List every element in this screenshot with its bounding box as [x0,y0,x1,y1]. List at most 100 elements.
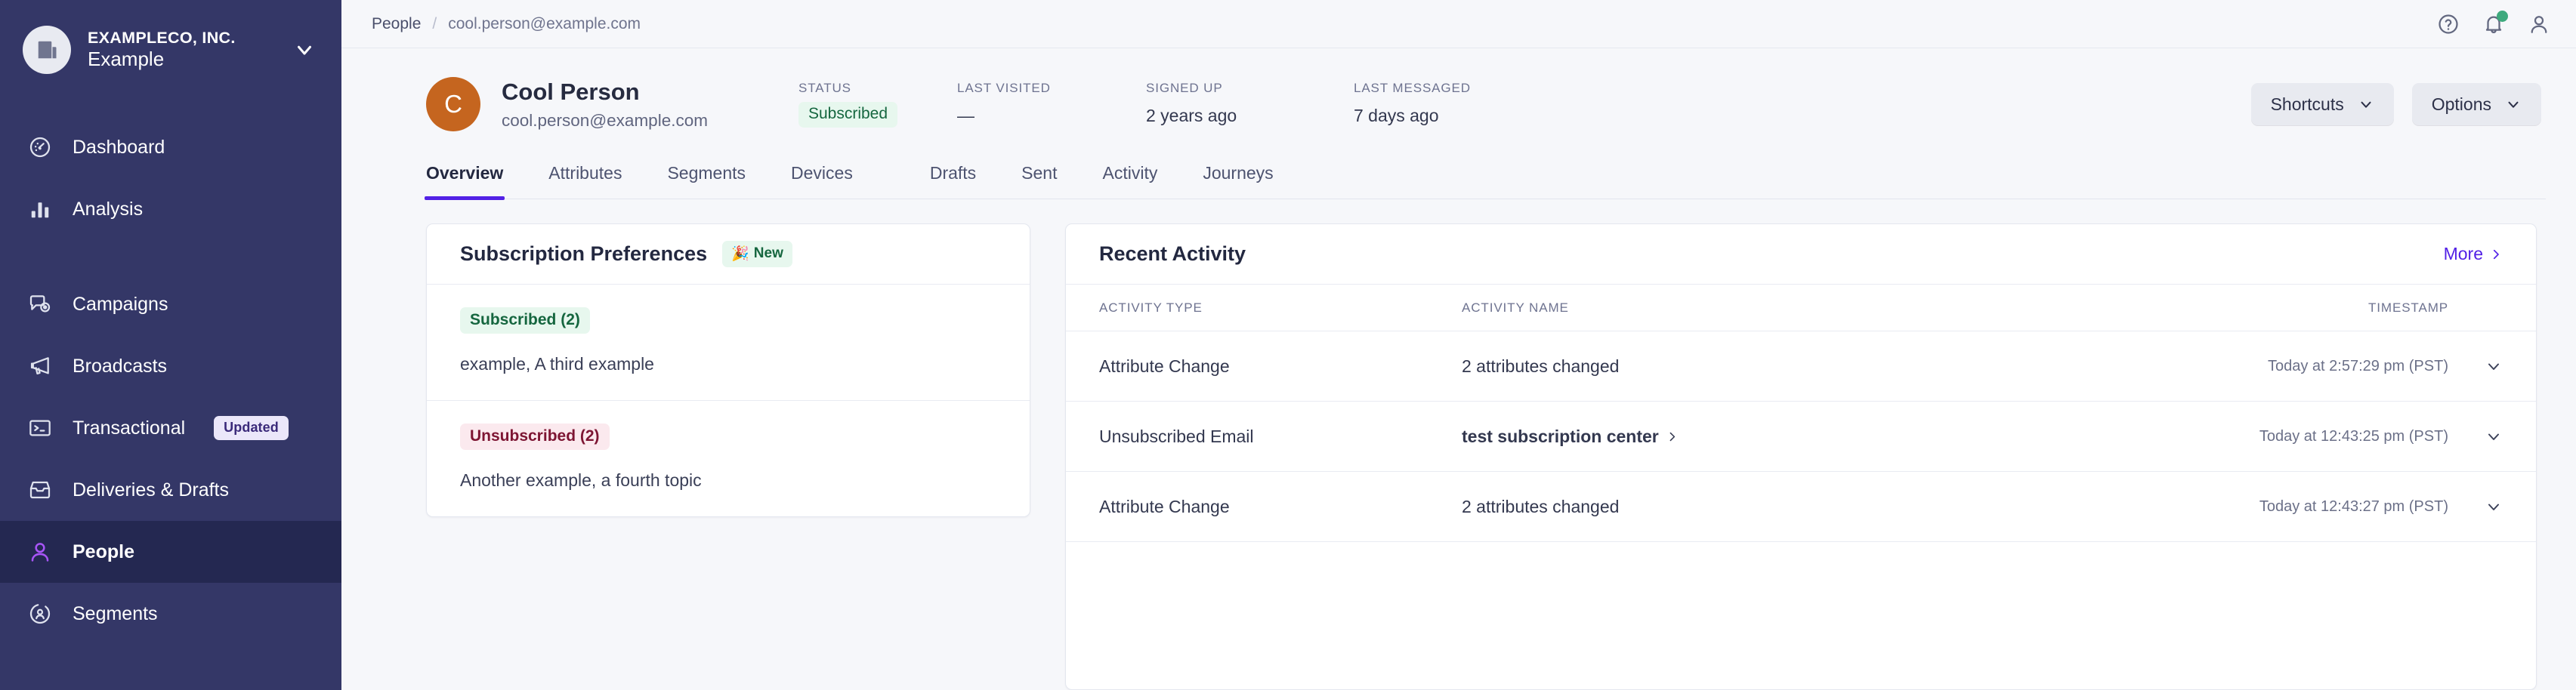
building-icon [23,26,71,74]
column-header-activity-type: ACTIVITY TYPE [1099,300,1203,315]
sidebar-item-campaigns[interactable]: Campaigns [0,273,341,335]
help-icon[interactable] [2437,13,2460,35]
sidebar-item-deliveries-drafts[interactable]: Deliveries & Drafts [0,459,341,521]
notifications-bell-icon[interactable] [2482,10,2508,35]
tabs-container: Overview Attributes Segments Devices Dra… [341,156,2576,200]
sidebar-item-transactional[interactable]: Transactional Updated [0,397,341,459]
meta-value: — [956,106,974,125]
activity-timestamp: Today at 2:57:29 pm (PST) [2267,357,2448,374]
recent-activity-header: Recent Activity More [1066,224,2536,285]
activity-type: Unsubscribed Email [1099,426,1254,446]
topbar: People / cool.person@example.com [341,0,2576,48]
activity-name-text: 2 attributes changed [1462,356,1620,376]
tab-activity[interactable]: Activity [1103,163,1158,199]
activity-table-header: ACTIVITY TYPE ACTIVITY NAME TIMESTAMP [1066,285,2536,331]
row-expand-button[interactable] [2448,357,2503,375]
org-name: EXAMPLECO, INC. [88,29,236,48]
sidebar-item-label: Broadcasts [73,355,168,377]
chevron-down-icon [2485,497,2503,516]
meta-label: SIGNED UP [1145,81,1223,95]
unsubscribed-chip: Unsubscribed (2) [460,424,610,450]
shortcuts-button[interactable]: Shortcuts [2250,83,2394,125]
table-row[interactable]: Unsubscribed Email test subscription cen… [1066,402,2536,472]
chevron-right-icon [1666,430,1679,443]
subscription-preferences-header: Subscription Preferences 🎉 New [427,224,1030,285]
tab-journeys[interactable]: Journeys [1203,163,1273,199]
activity-timestamp: Today at 12:43:27 pm (PST) [2259,497,2448,515]
tab-attributes[interactable]: Attributes [548,163,622,199]
header-actions: Shortcuts Options [2250,83,2546,125]
new-badge-label: New [753,245,783,261]
avatar: C [426,77,480,131]
topbar-actions [2437,10,2550,35]
meta-status: STATUS Subscribed [798,81,957,128]
unsubscribed-block: Unsubscribed (2) Another example, a four… [427,401,1030,516]
subscription-preferences-title: Subscription Preferences [460,242,708,265]
meta-label: STATUS [798,81,851,95]
chevron-down-icon [2485,427,2503,445]
campaign-icon [26,292,54,316]
sidebar-badge-updated: Updated [214,416,289,440]
subscribed-block: Subscribed (2) example, A third example [427,285,1030,401]
tab-devices[interactable]: Devices [791,163,853,199]
table-row[interactable]: Attribute Change 2 attributes changed To… [1066,331,2536,402]
sidebar-item-segments[interactable]: Segments [0,583,341,645]
nav-divider-spacer [0,240,341,273]
person-identity: Cool Person cool.person@example.com [502,78,708,131]
sidebar-item-analysis[interactable]: Analysis [0,178,341,240]
meta-label: LAST VISITED [956,81,1051,95]
options-button[interactable]: Options [2411,83,2541,125]
options-label: Options [2431,94,2491,114]
org-switcher[interactable]: EXAMPLECO, INC. Example [0,0,341,100]
notification-dot-badge [2497,10,2508,22]
table-row[interactable]: Attribute Change 2 attributes changed To… [1066,472,2536,542]
activity-type: Attribute Change [1099,496,1230,516]
recent-activity-card: Recent Activity More ACTIVITY TYPE ACTIV… [1065,223,2537,690]
tab-segments[interactable]: Segments [667,163,746,199]
recent-activity-title: Recent Activity [1099,242,1246,265]
sidebar-item-dashboard[interactable]: Dashboard [0,116,341,178]
account-avatar-icon[interactable] [2528,13,2550,35]
breadcrumb-people[interactable]: People [372,15,421,33]
tab-overview[interactable]: Overview [424,163,505,200]
meta-last-messaged: LAST MESSAGED 7 days ago [1354,81,1558,126]
chevron-down-icon[interactable] [293,39,316,61]
new-badge: 🎉 New [722,241,792,267]
shortcuts-label: Shortcuts [2270,94,2344,114]
activity-name-text: test subscription center [1462,426,1659,446]
gauge-icon [26,135,54,159]
party-popper-icon: 🎉 [731,246,749,262]
meta-signed-up: SIGNED UP 2 years ago [1146,81,1354,126]
more-link[interactable]: More [2444,244,2503,264]
tab-sent[interactable]: Sent [1021,163,1057,199]
breadcrumb-separator: / [432,14,437,32]
terminal-icon [26,416,54,440]
more-label: More [2443,244,2483,263]
person-meta: STATUS Subscribed LAST VISITED — SIGNED … [798,81,1558,128]
row-expand-button[interactable] [2448,427,2503,445]
sidebar-item-broadcasts[interactable]: Broadcasts [0,335,341,397]
meta-label: LAST MESSAGED [1353,81,1471,95]
sidebar-item-label: Analysis [73,198,144,220]
tab-list: Overview Attributes Segments Devices Dra… [424,156,2546,200]
sidebar-nav: Dashboard Analysis Campaigns Broadcasts … [0,116,341,645]
sidebar-item-label: Dashboard [73,136,165,158]
subscription-preferences-card: Subscription Preferences 🎉 New Subscribe… [426,223,1030,517]
sidebar: EXAMPLECO, INC. Example Dashboard Analys… [0,0,341,690]
sidebar-item-label: Transactional [73,417,186,439]
chevron-down-icon [2505,96,2522,112]
row-expand-button[interactable] [2448,497,2503,516]
sidebar-item-people[interactable]: People [0,521,341,583]
inbox-icon [26,478,54,502]
activity-name-link[interactable]: test subscription center [1462,427,2222,447]
sidebar-item-label: Campaigns [73,293,168,315]
person-email: cool.person@example.com [502,110,708,130]
nav-group-primary: Dashboard Analysis [0,116,341,240]
subscribed-chip: Subscribed (2) [460,307,590,334]
sidebar-item-label: Segments [73,602,158,624]
content-area: Subscription Preferences 🎉 New Subscribe… [341,199,2576,690]
column-header-activity-name: ACTIVITY NAME [1462,300,1569,315]
activity-name-text: 2 attributes changed [1462,496,1620,516]
tab-drafts[interactable]: Drafts [930,163,976,199]
app-root: EXAMPLECO, INC. Example Dashboard Analys… [0,0,2576,690]
